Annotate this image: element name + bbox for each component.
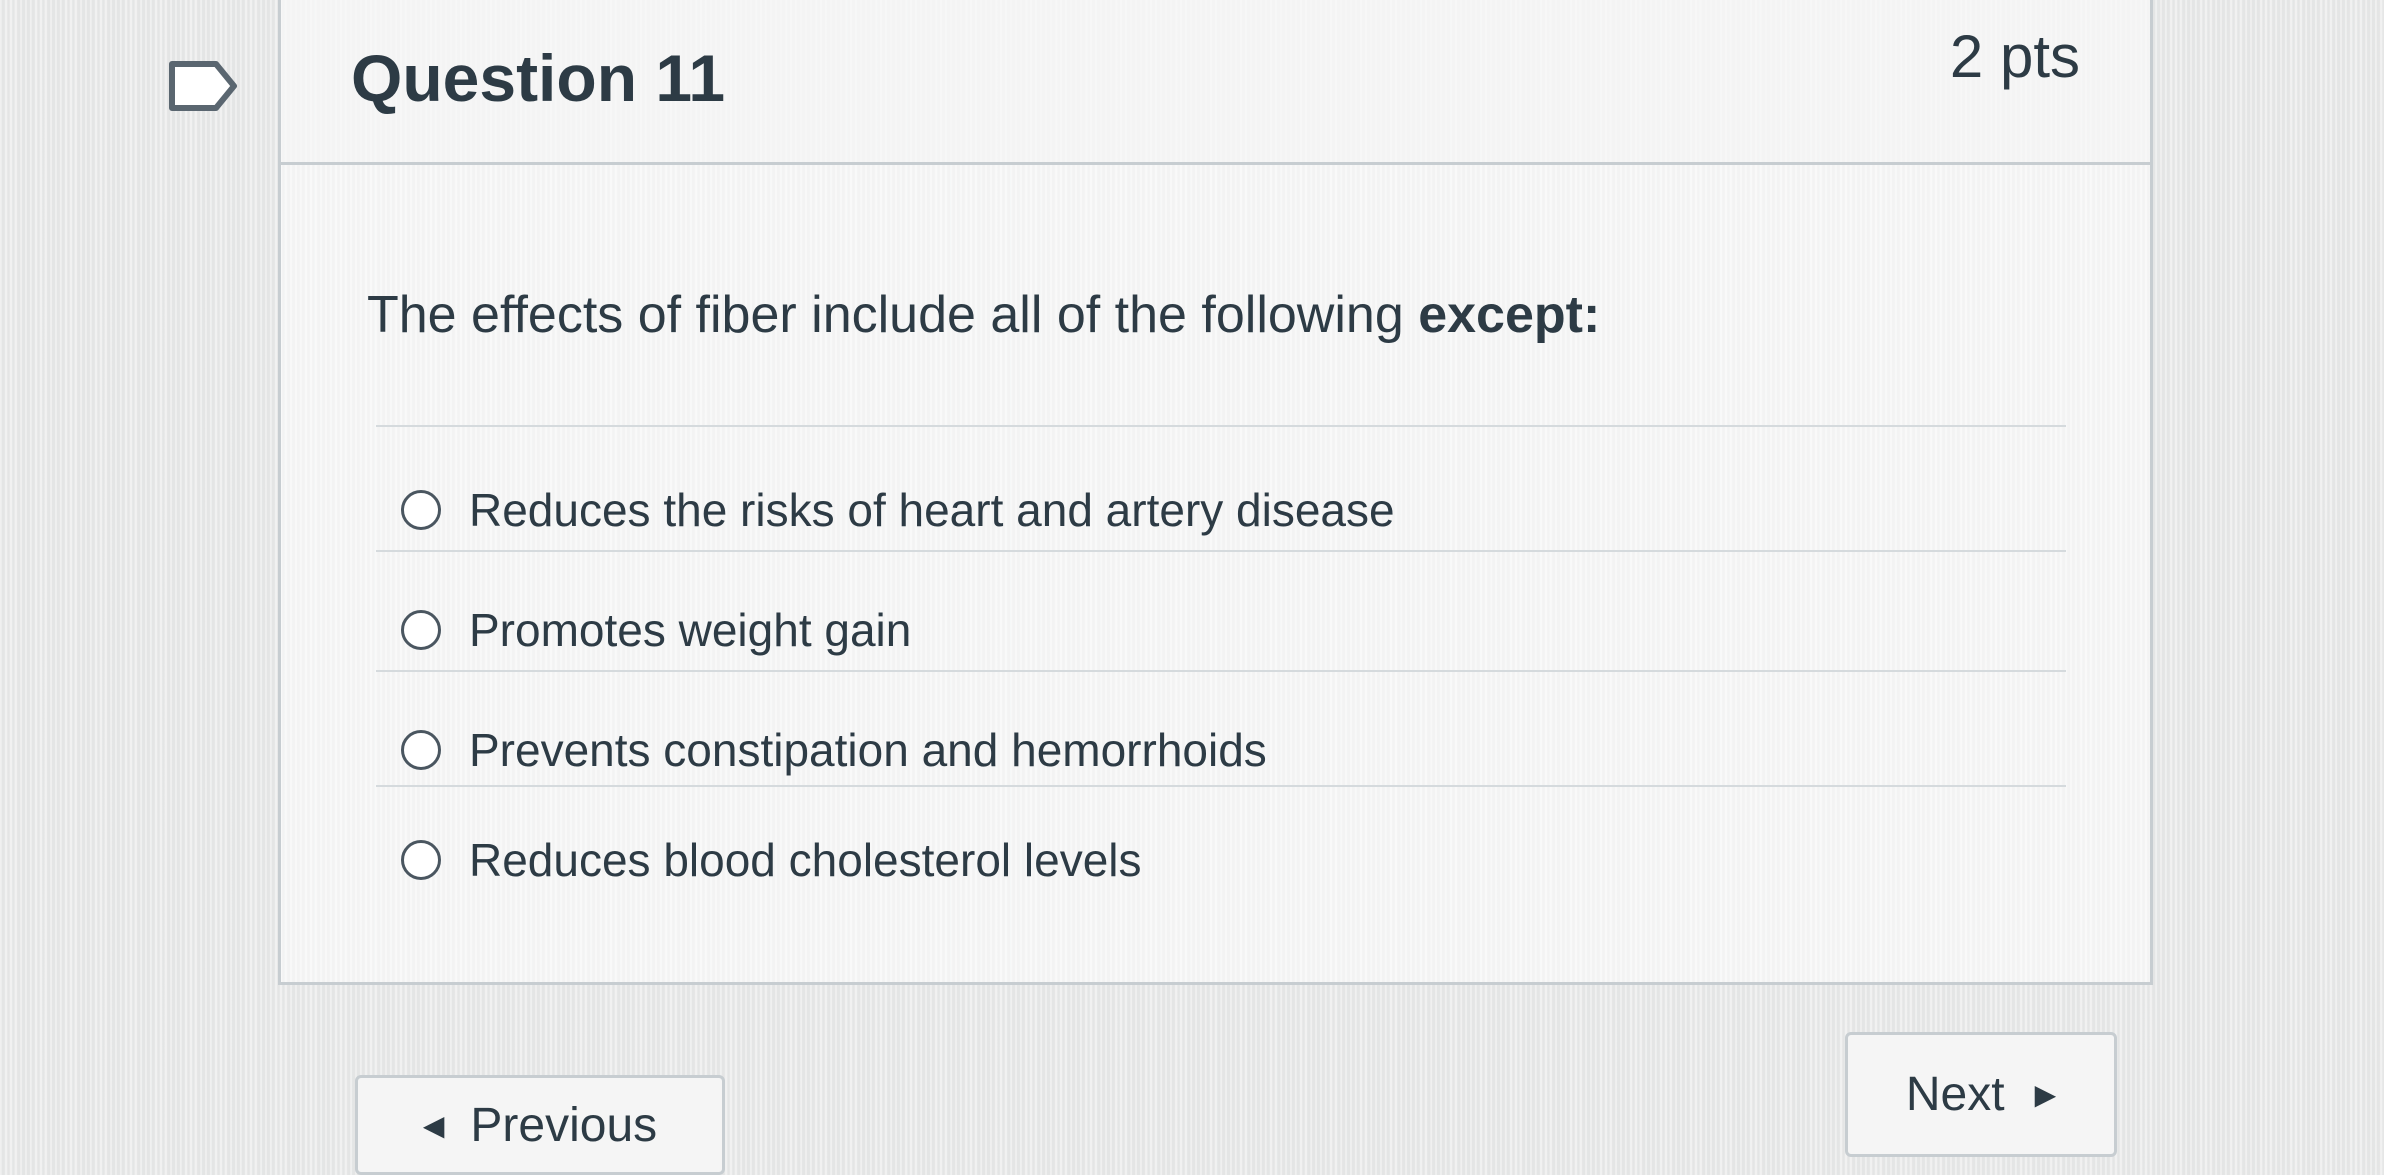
question-title: Question 11 [351, 41, 726, 115]
answer-option[interactable]: Prevents constipation and hemorrhoids [401, 710, 1267, 790]
radio-button[interactable] [401, 610, 441, 650]
question-text-emphasis: except: [1418, 286, 1601, 344]
triangle-right-icon: ▶ [2034, 1079, 2057, 1110]
answer-option[interactable]: Reduces the risks of heart and artery di… [401, 470, 1395, 550]
answer-option[interactable]: Reduces blood cholesterol levels [401, 820, 1142, 900]
answer-divider [376, 550, 2066, 552]
answer-divider [376, 785, 2066, 787]
question-header: Question 11 2 pts [281, 0, 2150, 165]
question-points: 2 pts [1949, 23, 2080, 90]
next-label: Next [1905, 1068, 2005, 1121]
next-button[interactable]: Next ▶ [1845, 1032, 2117, 1157]
previous-button[interactable]: ◀ Previous [355, 1075, 725, 1175]
answer-label[interactable]: Prevents constipation and hemorrhoids [469, 723, 1267, 777]
question-text-prefix: The effects of fiber include all of the … [367, 286, 1419, 344]
radio-button[interactable] [401, 490, 441, 530]
answer-option[interactable]: Promotes weight gain [401, 590, 911, 670]
flag-question-icon[interactable] [168, 60, 240, 112]
triangle-left-icon: ◀ [422, 1109, 445, 1141]
question-text: The effects of fiber include all of the … [367, 285, 1600, 345]
answer-label[interactable]: Reduces blood cholesterol levels [469, 833, 1142, 887]
previous-label: Previous [470, 1098, 658, 1152]
answer-divider [376, 425, 2066, 427]
answer-label[interactable]: Promotes weight gain [469, 603, 911, 657]
radio-button[interactable] [401, 730, 441, 770]
question-card: Question 11 2 pts The effects of fiber i… [278, 0, 2153, 985]
answer-divider [376, 670, 2066, 672]
radio-button[interactable] [401, 840, 441, 880]
answer-label[interactable]: Reduces the risks of heart and artery di… [469, 483, 1395, 537]
